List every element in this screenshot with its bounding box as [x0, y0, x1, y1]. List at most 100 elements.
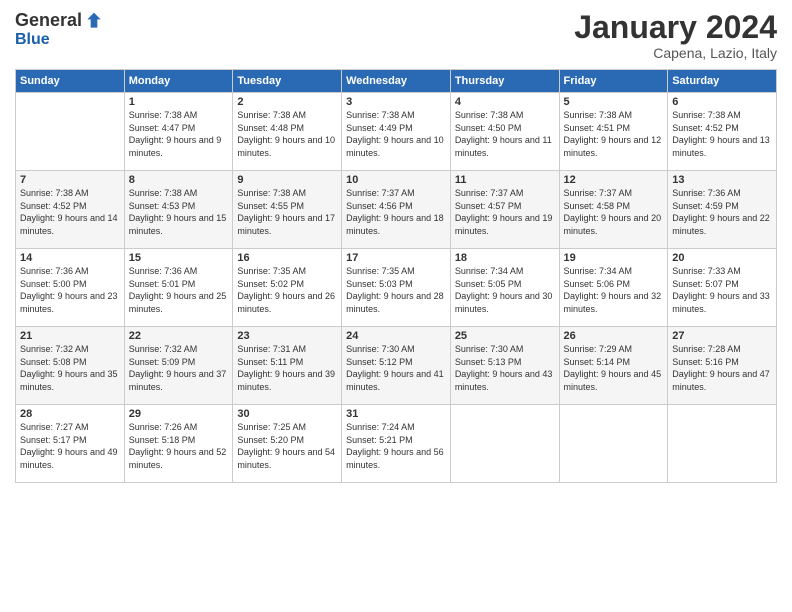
- day-cell: 25Sunrise: 7:30 AMSunset: 5:13 PMDayligh…: [450, 327, 559, 405]
- day-number: 26: [564, 330, 664, 342]
- day-number: 27: [672, 330, 772, 342]
- day-cell: 20Sunrise: 7:33 AMSunset: 5:07 PMDayligh…: [668, 249, 777, 327]
- day-number: 23: [237, 330, 337, 342]
- day-cell: 14Sunrise: 7:36 AMSunset: 5:00 PMDayligh…: [16, 249, 125, 327]
- day-cell: [450, 405, 559, 483]
- header-monday: Monday: [124, 70, 233, 93]
- day-info: Sunrise: 7:32 AMSunset: 5:09 PMDaylight:…: [129, 343, 229, 393]
- day-number: 1: [129, 96, 229, 108]
- day-info: Sunrise: 7:35 AMSunset: 5:02 PMDaylight:…: [237, 265, 337, 315]
- day-cell: 21Sunrise: 7:32 AMSunset: 5:08 PMDayligh…: [16, 327, 125, 405]
- logo-blue-text: Blue: [15, 31, 50, 49]
- header-sunday: Sunday: [16, 70, 125, 93]
- day-info: Sunrise: 7:32 AMSunset: 5:08 PMDaylight:…: [20, 343, 120, 393]
- day-cell: 17Sunrise: 7:35 AMSunset: 5:03 PMDayligh…: [342, 249, 451, 327]
- header-wednesday: Wednesday: [342, 70, 451, 93]
- logo-general: General: [15, 10, 82, 31]
- day-number: 25: [455, 330, 555, 342]
- day-cell: 8Sunrise: 7:38 AMSunset: 4:53 PMDaylight…: [124, 171, 233, 249]
- day-cell: 30Sunrise: 7:25 AMSunset: 5:20 PMDayligh…: [233, 405, 342, 483]
- header-friday: Friday: [559, 70, 668, 93]
- header-thursday: Thursday: [450, 70, 559, 93]
- day-info: Sunrise: 7:38 AMSunset: 4:51 PMDaylight:…: [564, 109, 664, 159]
- day-number: 5: [564, 96, 664, 108]
- day-number: 18: [455, 252, 555, 264]
- day-cell: 2Sunrise: 7:38 AMSunset: 4:48 PMDaylight…: [233, 93, 342, 171]
- day-info: Sunrise: 7:36 AMSunset: 4:59 PMDaylight:…: [672, 187, 772, 237]
- day-info: Sunrise: 7:38 AMSunset: 4:52 PMDaylight:…: [20, 187, 120, 237]
- day-cell: 24Sunrise: 7:30 AMSunset: 5:12 PMDayligh…: [342, 327, 451, 405]
- day-number: 3: [346, 96, 446, 108]
- day-number: 29: [129, 408, 229, 420]
- day-cell: 10Sunrise: 7:37 AMSunset: 4:56 PMDayligh…: [342, 171, 451, 249]
- day-info: Sunrise: 7:25 AMSunset: 5:20 PMDaylight:…: [237, 421, 337, 471]
- day-info: Sunrise: 7:26 AMSunset: 5:18 PMDaylight:…: [129, 421, 229, 471]
- day-info: Sunrise: 7:37 AMSunset: 4:58 PMDaylight:…: [564, 187, 664, 237]
- day-number: 24: [346, 330, 446, 342]
- day-cell: 26Sunrise: 7:29 AMSunset: 5:14 PMDayligh…: [559, 327, 668, 405]
- day-info: Sunrise: 7:30 AMSunset: 5:12 PMDaylight:…: [346, 343, 446, 393]
- page: General Blue January 2024 Capena, Lazio,…: [0, 0, 792, 612]
- day-info: Sunrise: 7:36 AMSunset: 5:00 PMDaylight:…: [20, 265, 120, 315]
- day-cell: 1Sunrise: 7:38 AMSunset: 4:47 PMDaylight…: [124, 93, 233, 171]
- day-number: 28: [20, 408, 120, 420]
- day-info: Sunrise: 7:29 AMSunset: 5:14 PMDaylight:…: [564, 343, 664, 393]
- day-info: Sunrise: 7:36 AMSunset: 5:01 PMDaylight:…: [129, 265, 229, 315]
- day-info: Sunrise: 7:38 AMSunset: 4:49 PMDaylight:…: [346, 109, 446, 159]
- logo-text: General: [15, 10, 104, 31]
- day-info: Sunrise: 7:35 AMSunset: 5:03 PMDaylight:…: [346, 265, 446, 315]
- day-number: 15: [129, 252, 229, 264]
- day-info: Sunrise: 7:34 AMSunset: 5:06 PMDaylight:…: [564, 265, 664, 315]
- day-number: 20: [672, 252, 772, 264]
- month-title: January 2024: [574, 10, 777, 45]
- day-info: Sunrise: 7:28 AMSunset: 5:16 PMDaylight:…: [672, 343, 772, 393]
- day-number: 11: [455, 174, 555, 186]
- day-cell: 19Sunrise: 7:34 AMSunset: 5:06 PMDayligh…: [559, 249, 668, 327]
- header-tuesday: Tuesday: [233, 70, 342, 93]
- day-cell: 16Sunrise: 7:35 AMSunset: 5:02 PMDayligh…: [233, 249, 342, 327]
- day-cell: 4Sunrise: 7:38 AMSunset: 4:50 PMDaylight…: [450, 93, 559, 171]
- day-number: 22: [129, 330, 229, 342]
- day-info: Sunrise: 7:38 AMSunset: 4:52 PMDaylight:…: [672, 109, 772, 159]
- day-cell: 3Sunrise: 7:38 AMSunset: 4:49 PMDaylight…: [342, 93, 451, 171]
- day-number: 21: [20, 330, 120, 342]
- day-cell: 11Sunrise: 7:37 AMSunset: 4:57 PMDayligh…: [450, 171, 559, 249]
- day-cell: 22Sunrise: 7:32 AMSunset: 5:09 PMDayligh…: [124, 327, 233, 405]
- day-info: Sunrise: 7:38 AMSunset: 4:47 PMDaylight:…: [129, 109, 229, 159]
- day-cell: 5Sunrise: 7:38 AMSunset: 4:51 PMDaylight…: [559, 93, 668, 171]
- day-info: Sunrise: 7:38 AMSunset: 4:48 PMDaylight:…: [237, 109, 337, 159]
- day-cell: 15Sunrise: 7:36 AMSunset: 5:01 PMDayligh…: [124, 249, 233, 327]
- header-row: Sunday Monday Tuesday Wednesday Thursday…: [16, 70, 777, 93]
- header: General Blue January 2024 Capena, Lazio,…: [15, 10, 777, 61]
- day-number: 8: [129, 174, 229, 186]
- day-info: Sunrise: 7:27 AMSunset: 5:17 PMDaylight:…: [20, 421, 120, 471]
- day-info: Sunrise: 7:30 AMSunset: 5:13 PMDaylight:…: [455, 343, 555, 393]
- week-row-0: 1Sunrise: 7:38 AMSunset: 4:47 PMDaylight…: [16, 93, 777, 171]
- day-number: 16: [237, 252, 337, 264]
- day-number: 31: [346, 408, 446, 420]
- location: Capena, Lazio, Italy: [574, 45, 777, 61]
- day-number: 7: [20, 174, 120, 186]
- day-info: Sunrise: 7:24 AMSunset: 5:21 PMDaylight:…: [346, 421, 446, 471]
- day-number: 4: [455, 96, 555, 108]
- day-number: 6: [672, 96, 772, 108]
- day-info: Sunrise: 7:31 AMSunset: 5:11 PMDaylight:…: [237, 343, 337, 393]
- header-saturday: Saturday: [668, 70, 777, 93]
- day-info: Sunrise: 7:33 AMSunset: 5:07 PMDaylight:…: [672, 265, 772, 315]
- logo-icon: [84, 11, 104, 31]
- day-cell: 13Sunrise: 7:36 AMSunset: 4:59 PMDayligh…: [668, 171, 777, 249]
- day-cell: 18Sunrise: 7:34 AMSunset: 5:05 PMDayligh…: [450, 249, 559, 327]
- title-area: January 2024 Capena, Lazio, Italy: [574, 10, 777, 61]
- day-info: Sunrise: 7:38 AMSunset: 4:50 PMDaylight:…: [455, 109, 555, 159]
- day-info: Sunrise: 7:37 AMSunset: 4:57 PMDaylight:…: [455, 187, 555, 237]
- day-cell: [559, 405, 668, 483]
- day-number: 2: [237, 96, 337, 108]
- day-cell: 27Sunrise: 7:28 AMSunset: 5:16 PMDayligh…: [668, 327, 777, 405]
- day-cell: 31Sunrise: 7:24 AMSunset: 5:21 PMDayligh…: [342, 405, 451, 483]
- logo-blue: Blue: [15, 31, 50, 48]
- day-cell: [668, 405, 777, 483]
- day-number: 12: [564, 174, 664, 186]
- day-number: 10: [346, 174, 446, 186]
- day-info: Sunrise: 7:34 AMSunset: 5:05 PMDaylight:…: [455, 265, 555, 315]
- day-cell: 6Sunrise: 7:38 AMSunset: 4:52 PMDaylight…: [668, 93, 777, 171]
